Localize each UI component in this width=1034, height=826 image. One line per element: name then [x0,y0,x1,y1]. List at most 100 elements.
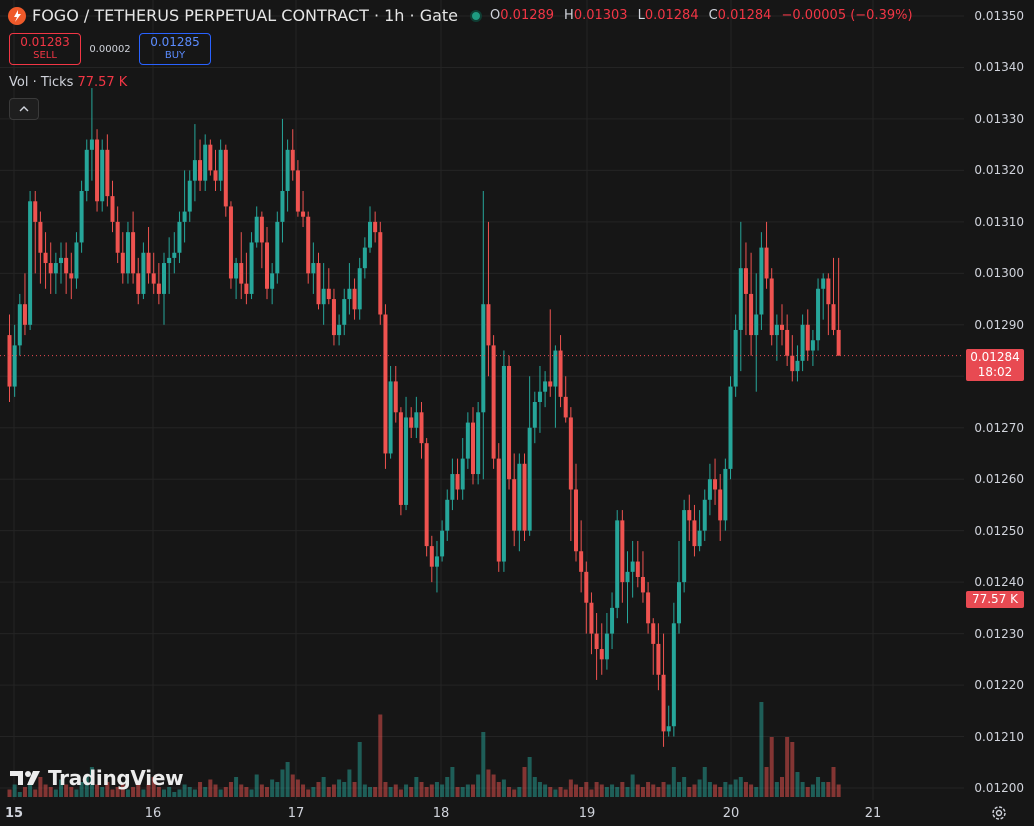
chart-area[interactable] [0,0,964,800]
candle [43,232,48,289]
candle [337,314,342,346]
volume-bar [620,782,625,797]
candle [110,180,115,233]
volume-bar [440,784,445,797]
candle-body [156,283,161,294]
candle [311,242,316,294]
candle [254,206,259,248]
candle-body [347,288,352,300]
candle [321,263,326,325]
volume-bar [280,769,285,797]
time-axis-label: 17 [287,806,305,821]
candle-body [512,479,517,531]
candle-body [141,252,146,294]
candle-body [810,340,815,351]
volume-bar [450,767,455,797]
price-axis-label: 0.01210 [974,729,1024,744]
candle [548,309,553,397]
volume-bar [635,784,640,797]
candle-body [59,257,63,264]
candle [357,257,362,320]
candle [630,540,635,598]
candle-body [120,252,125,274]
volume-bar [512,789,517,797]
candle-body [213,170,218,181]
candle-body [342,299,347,325]
candlestick-chart[interactable] [0,0,964,800]
volume-bar [821,782,826,797]
candle [553,345,558,428]
sell-label: SELL [33,50,57,61]
candle-body [563,396,568,418]
volume-bar [192,789,197,797]
candle [151,252,156,294]
collapse-legend-button[interactable] [9,98,39,120]
volume-bar [7,789,12,797]
volume-bar [465,784,470,797]
candle [115,206,120,264]
candle-body [460,458,465,490]
market-status-icon[interactable] [470,9,483,22]
symbol-header: FOGO / TETHERUS PERPETUAL CONTRACT · 1h … [8,6,917,25]
open-label: O [490,8,501,23]
candle-body [146,252,151,274]
candle [615,510,620,619]
high-label: H [564,8,574,23]
price-axis[interactable]: 0.01350 0.01340 0.01330 0.01320 0.01310 0.013… [964,0,1034,800]
candle-body [249,242,254,294]
candle-body [419,412,424,444]
low-value: 0.01284 [644,8,699,23]
candle-body [388,381,393,454]
candle-body [352,288,357,310]
time-axis-label: 21 [864,806,882,821]
volume-bar [53,789,58,797]
volume-bar [471,784,475,797]
candle-body [769,278,774,336]
candle [259,211,264,269]
candle-body [22,304,27,325]
sell-button[interactable]: 0.01283 SELL [9,33,81,65]
candle [280,118,285,243]
volume-legend[interactable]: Vol · Ticks 77.57 K [9,75,127,90]
candle-body [481,304,486,413]
volume-bar [368,787,372,797]
candle [810,329,815,366]
candle-body [368,221,372,248]
candle [424,438,429,557]
candle-body [501,365,506,562]
candle [743,242,748,336]
symbol-title[interactable]: FOGO / TETHERUS PERPETUAL CONTRACT · 1h … [32,6,458,25]
last-price-tag: 0.01284 18:02 [966,349,1024,381]
volume-bar [110,789,115,797]
volume-bar [579,787,584,797]
volume-bar [805,787,810,797]
candle [172,232,177,274]
candle [713,458,718,505]
last-price-value: 0.01284 [970,350,1020,364]
candle-body [182,211,187,222]
time-axis[interactable]: 15 16 17 18 19 20 21 [0,800,964,826]
candle-body [69,273,74,279]
candle [589,592,594,655]
volume-bar [687,787,692,797]
candle-body [697,530,702,547]
candle [785,314,790,366]
candle-body [759,247,764,315]
volume-bar [785,737,790,797]
buy-button[interactable]: 0.01285 BUY [139,33,211,65]
candle [800,314,805,372]
candle [465,412,470,469]
close-label: C [708,8,718,23]
candle [450,458,455,511]
candle-body [326,288,331,300]
candle-body [718,489,723,521]
chevron-up-icon [19,106,29,112]
candle-body [594,633,599,650]
volume-bar [718,787,723,797]
candle [105,134,110,207]
gear-icon[interactable] [990,804,1008,822]
candle [707,463,712,516]
candle [826,273,831,336]
candle-body [702,499,707,531]
volume-bar [816,777,821,797]
